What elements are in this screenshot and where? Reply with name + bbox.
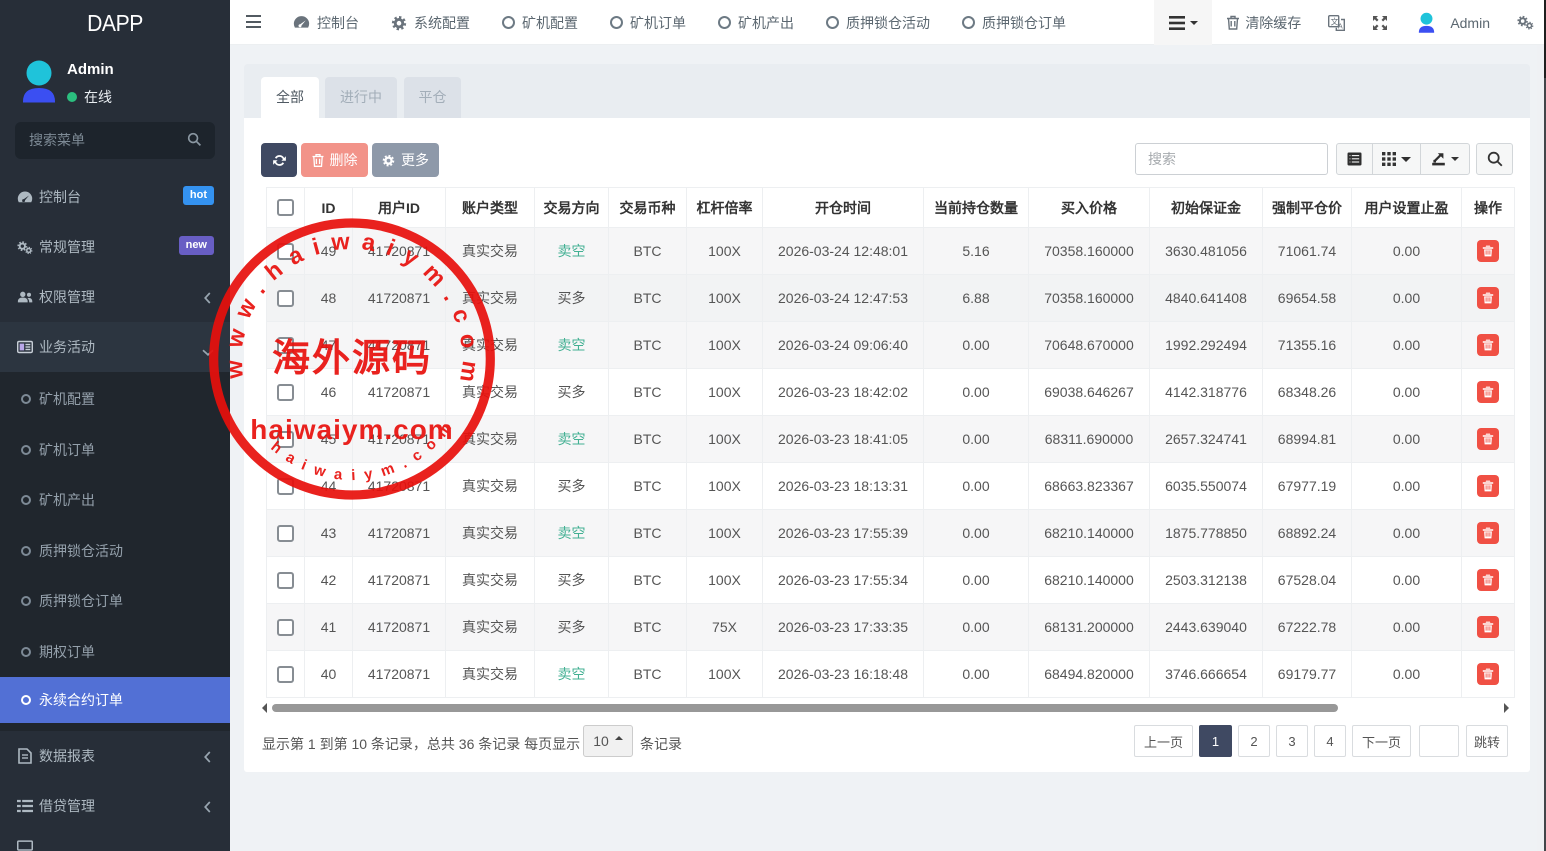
svg-text:A: A	[1338, 23, 1343, 30]
svg-text:海外源码: 海外源码	[272, 338, 432, 380]
svg-text:haiwaiym.com: haiwaiym.com	[250, 414, 453, 445]
